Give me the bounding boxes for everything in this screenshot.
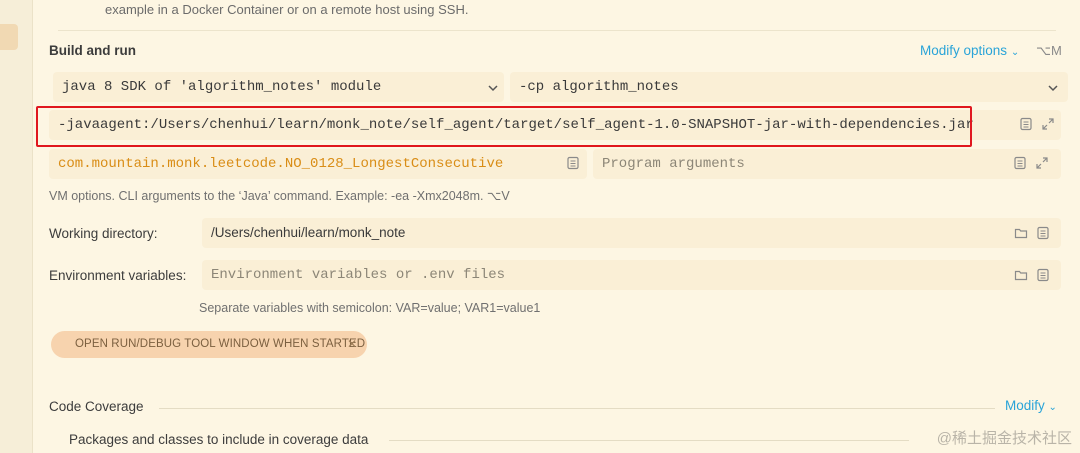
modify-options-label[interactable]: Modify options: [920, 43, 1007, 58]
watermark: @稀土掘金技术社区: [936, 430, 1072, 447]
open-tool-window-chip[interactable]: OPEN RUN/DEBUG TOOL WINDOW WHEN STARTED …: [51, 331, 367, 358]
document-icon[interactable]: [1036, 226, 1050, 240]
run-target-description: example in a Docker Container or on a re…: [105, 2, 469, 17]
chevron-down-icon: ⌄: [1048, 402, 1057, 413]
working-directory-value: /Users/chenhui/learn/monk_note: [211, 225, 406, 240]
open-tool-window-chip-label: OPEN RUN/DEBUG TOOL WINDOW WHEN STARTED: [75, 338, 366, 350]
program-arguments-field[interactable]: Program arguments: [593, 149, 1061, 179]
working-directory-field[interactable]: /Users/chenhui/learn/monk_note: [202, 218, 1061, 248]
document-icon[interactable]: [566, 156, 580, 170]
environment-variables-hint: Separate variables with semicolon: VAR=v…: [199, 301, 541, 315]
chevron-down-icon: ⌄: [1010, 47, 1020, 58]
folder-icon[interactable]: [1014, 268, 1028, 282]
highlight-box: [36, 106, 972, 147]
code-coverage-modify-label[interactable]: Modify: [1005, 398, 1045, 413]
coverage-packages-label: Packages and classes to include in cover…: [69, 432, 369, 447]
expand-icon[interactable]: [1041, 117, 1055, 131]
expand-icon[interactable]: [1035, 156, 1049, 170]
classpath-select[interactable]: -cp algorithm_notes: [510, 72, 1068, 102]
environment-variables-placeholder: Environment variables or .env files: [211, 267, 506, 283]
build-and-run-title: Build and run: [49, 43, 136, 58]
working-directory-label: Working directory:: [49, 226, 158, 241]
environment-variables-label: Environment variables:: [49, 268, 187, 283]
document-icon[interactable]: [1013, 156, 1027, 170]
left-gutter: [0, 0, 33, 453]
divider: [389, 440, 909, 441]
classpath-select-value: -cp algorithm_notes: [519, 79, 679, 95]
close-icon[interactable]: ✕: [347, 331, 357, 358]
document-icon[interactable]: [1019, 117, 1033, 131]
divider: [58, 30, 1056, 31]
gutter-tab[interactable]: [0, 24, 18, 50]
chevron-down-icon[interactable]: [486, 81, 500, 95]
environment-variables-field[interactable]: Environment variables or .env files: [202, 260, 1061, 290]
code-coverage-title: Code Coverage: [49, 399, 144, 414]
vm-options-hint: VM options. CLI arguments to the ‘Java’ …: [49, 189, 510, 203]
chevron-down-icon[interactable]: [1046, 81, 1060, 95]
modify-options-link[interactable]: Modify options ⌄: [920, 43, 1019, 58]
program-arguments-placeholder: Program arguments: [602, 156, 745, 172]
sdk-select[interactable]: java 8 SDK of 'algorithm_notes' module: [53, 72, 504, 102]
divider: [159, 408, 995, 409]
modify-options-shortcut: ⌥M: [1036, 43, 1062, 58]
sdk-select-value: java 8 SDK of 'algorithm_notes' module: [62, 79, 382, 95]
document-icon[interactable]: [1036, 268, 1050, 282]
main-class-value: com.mountain.monk.leetcode.NO_0128_Longe…: [58, 156, 504, 172]
folder-icon[interactable]: [1014, 226, 1028, 240]
code-coverage-modify-link[interactable]: Modify ⌄: [1005, 398, 1057, 413]
main-class-field[interactable]: com.mountain.monk.leetcode.NO_0128_Longe…: [49, 149, 587, 179]
